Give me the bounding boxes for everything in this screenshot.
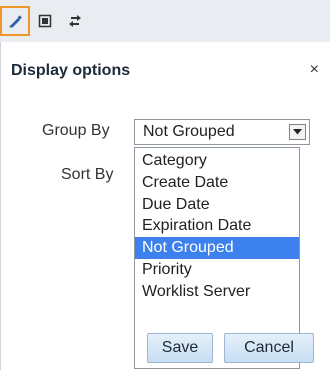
toolbar xyxy=(0,0,330,43)
sort-by-label: Sort By xyxy=(61,166,114,183)
option-due-date[interactable]: Due Date xyxy=(135,194,299,216)
option-category[interactable]: Category xyxy=(135,150,299,172)
group-by-select[interactable]: Not Grouped xyxy=(134,119,310,145)
option-create-date[interactable]: Create Date xyxy=(135,172,299,194)
dialog-title: Display options xyxy=(11,62,131,79)
group-by-label: Group By xyxy=(42,122,110,139)
option-expiration-date[interactable]: Expiration Date xyxy=(135,215,299,237)
edit-tool-button[interactable] xyxy=(0,6,30,36)
option-priority[interactable]: Priority xyxy=(135,259,299,281)
chevron-down-icon[interactable] xyxy=(289,124,306,140)
save-button[interactable]: Save xyxy=(147,333,213,363)
group-by-value: Not Grouped xyxy=(143,123,235,140)
pencil-icon xyxy=(7,13,23,29)
close-icon[interactable]: × xyxy=(310,62,319,78)
panel-icon xyxy=(38,14,52,28)
cancel-button[interactable]: Cancel xyxy=(224,333,314,363)
panel-tool-button[interactable] xyxy=(30,6,60,36)
swap-tool-button[interactable] xyxy=(60,6,90,36)
swap-icon xyxy=(67,13,83,29)
option-not-grouped[interactable]: Not Grouped xyxy=(135,237,299,259)
display-options-dialog: Display options × Group By Sort By Not G… xyxy=(0,42,330,370)
option-worklist-server[interactable]: Worklist Server xyxy=(135,281,299,303)
